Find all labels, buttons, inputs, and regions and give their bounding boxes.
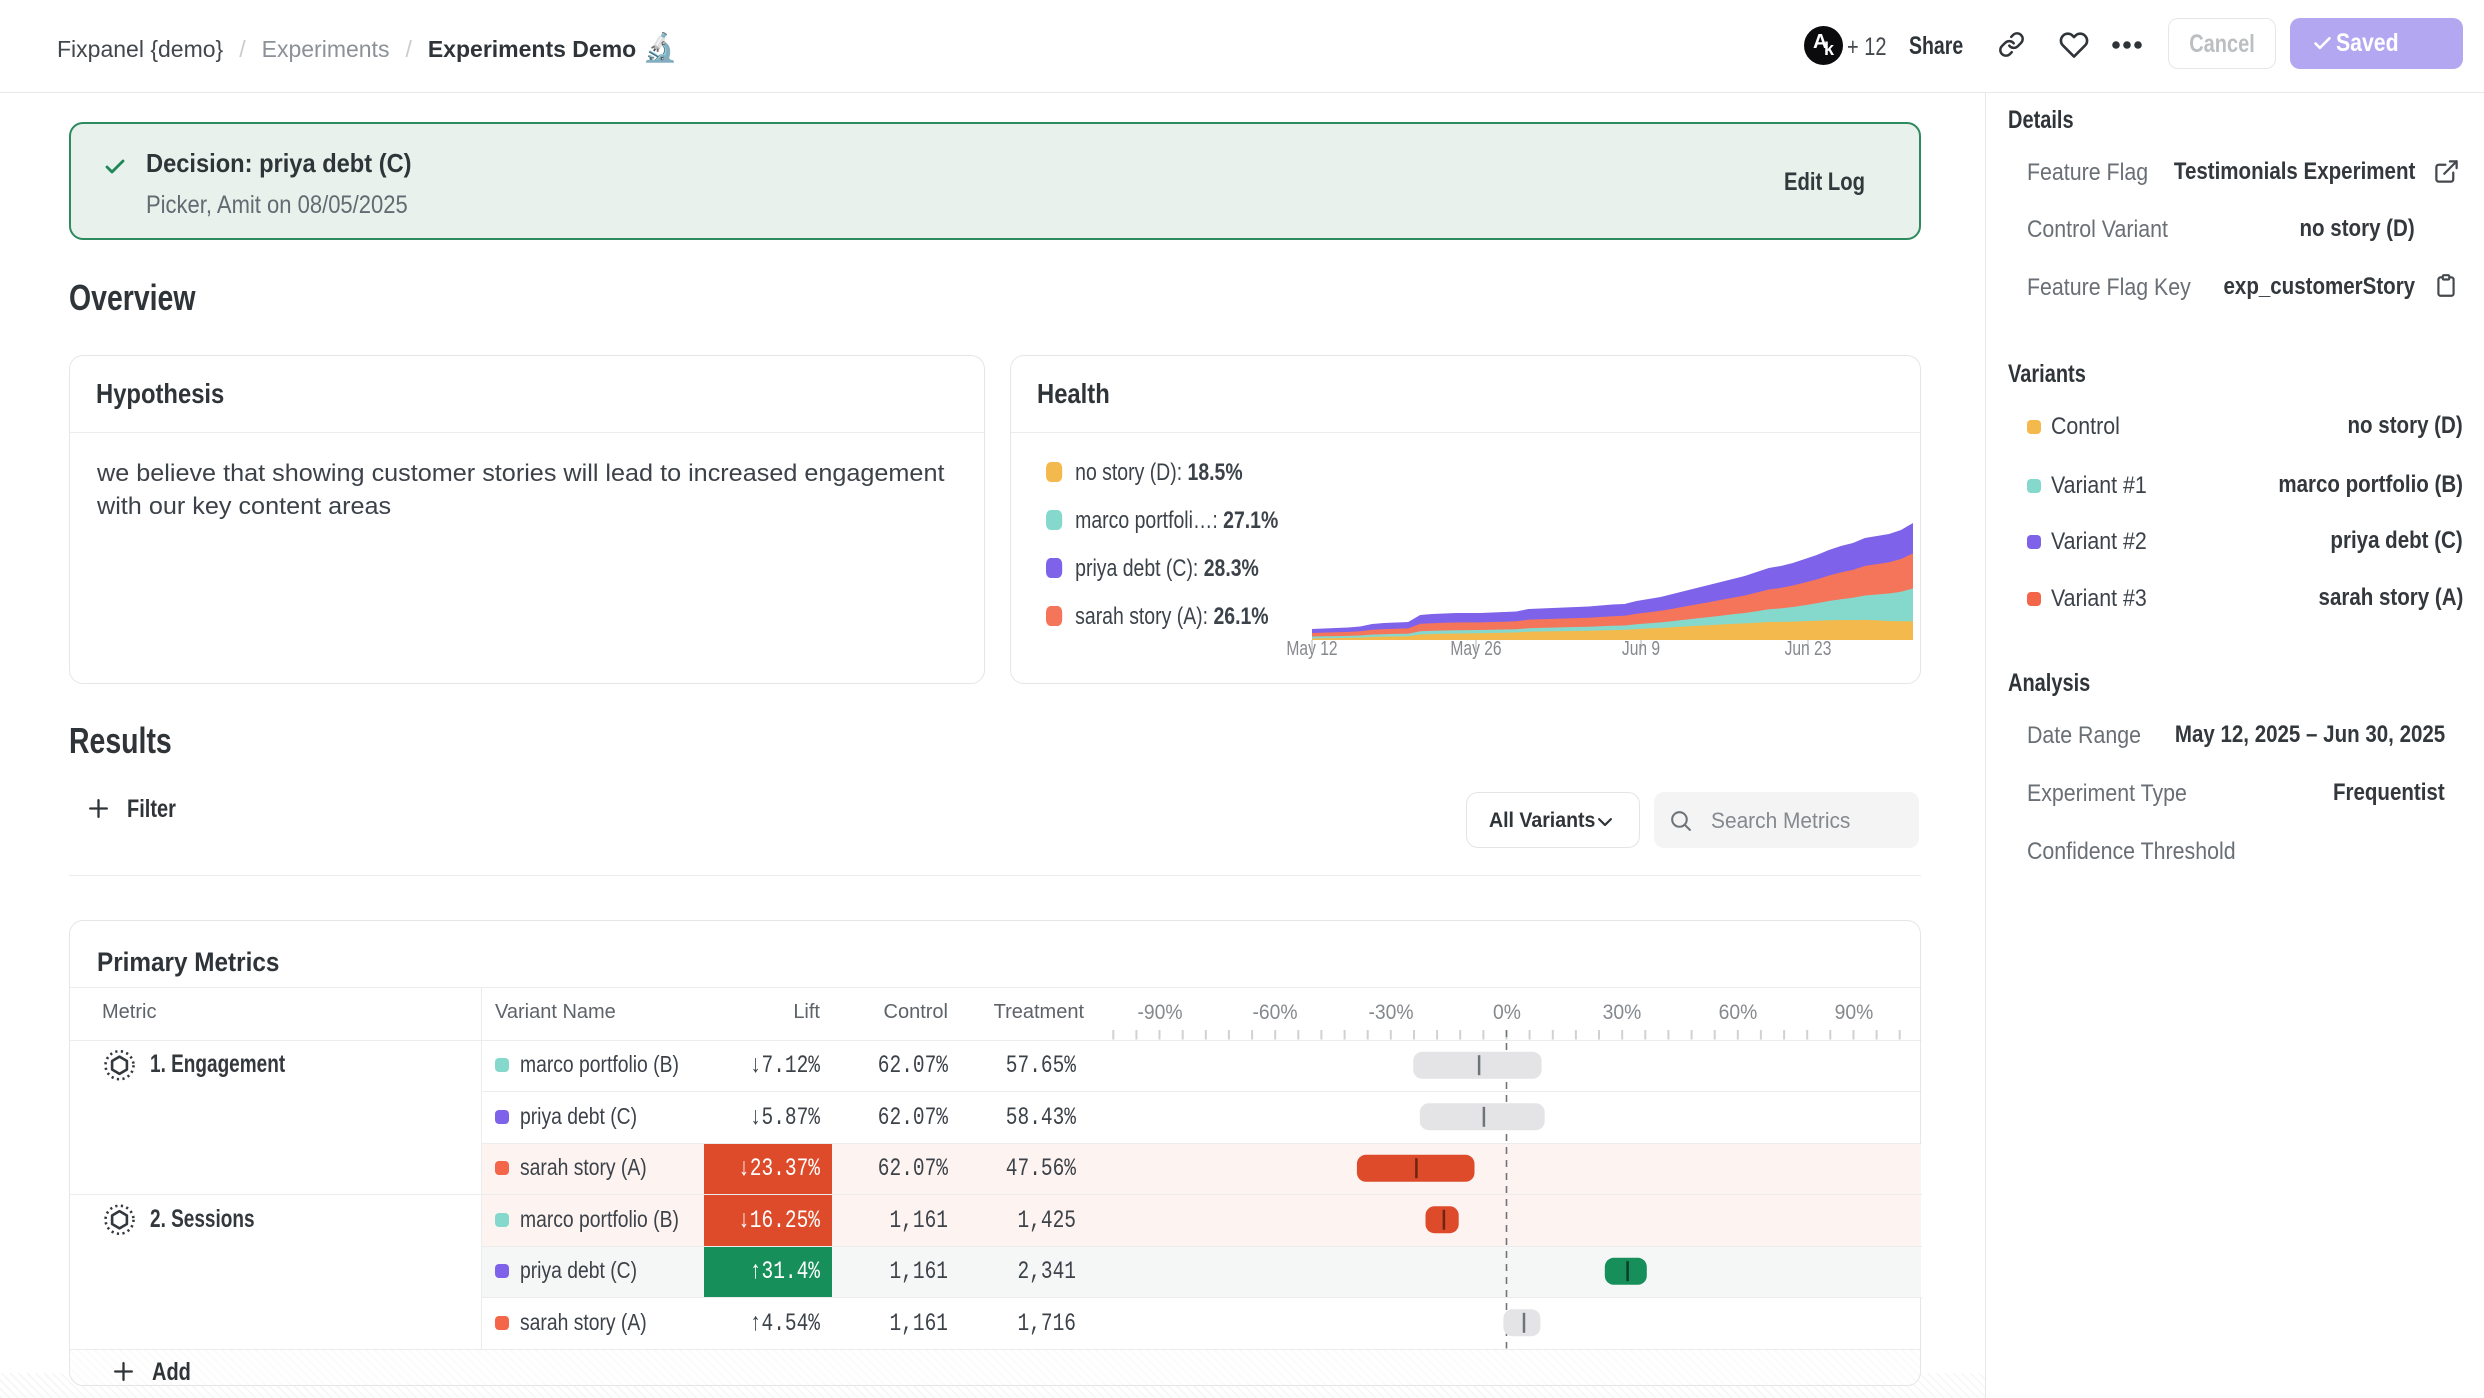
svg-text:May 26: May 26 (1450, 637, 1501, 659)
svg-text:May 12: May 12 (1286, 637, 1337, 659)
svg-text:Jun 9: Jun 9 (1622, 637, 1660, 659)
svg-text:Jun 23: Jun 23 (1785, 637, 1832, 659)
